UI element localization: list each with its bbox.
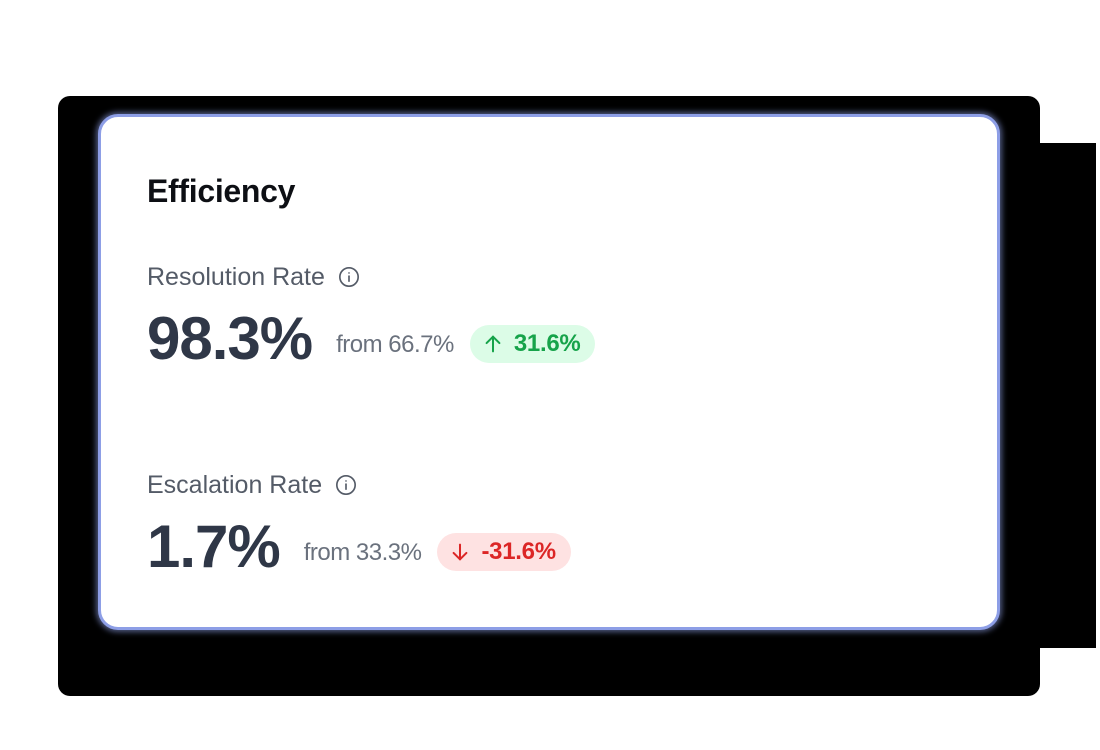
metric-escalation-rate: Escalation Rate 1.7% from 33.3% -31.6%: [147, 467, 571, 581]
info-icon[interactable]: [335, 474, 357, 496]
canvas: Efficiency Resolution Rate 98.3% from 66…: [0, 0, 1100, 750]
card-title: Efficiency: [147, 173, 296, 209]
change-badge-up: 31.6%: [469, 325, 596, 363]
metric-value-row: 1.7% from 33.3% -31.6%: [147, 511, 571, 581]
info-icon[interactable]: [338, 266, 360, 288]
card-shadow-right: [1000, 143, 1096, 648]
change-value: -31.6%: [481, 538, 556, 565]
metric-label-row: Resolution Rate: [147, 259, 595, 295]
metric-previous-value: from 66.7%: [336, 331, 454, 358]
metric-previous-value: from 33.3%: [303, 539, 422, 566]
arrow-up-icon: [482, 333, 504, 355]
metric-value: 1.7%: [147, 512, 281, 580]
metric-label-row: Escalation Rate: [147, 467, 571, 503]
metric-resolution-rate: Resolution Rate 98.3% from 66.7% 31.6%: [147, 259, 596, 373]
metric-label: Escalation Rate: [147, 470, 323, 499]
metric-label: Resolution Rate: [147, 262, 325, 291]
arrow-down-icon: [449, 541, 471, 563]
metric-value: 98.3%: [147, 304, 313, 372]
metric-value-row: 98.3% from 66.7% 31.6%: [147, 303, 596, 373]
change-value: 31.6%: [513, 330, 581, 357]
change-badge-down: -31.6%: [437, 533, 571, 571]
efficiency-card: Efficiency Resolution Rate 98.3% from 66…: [98, 114, 1000, 630]
